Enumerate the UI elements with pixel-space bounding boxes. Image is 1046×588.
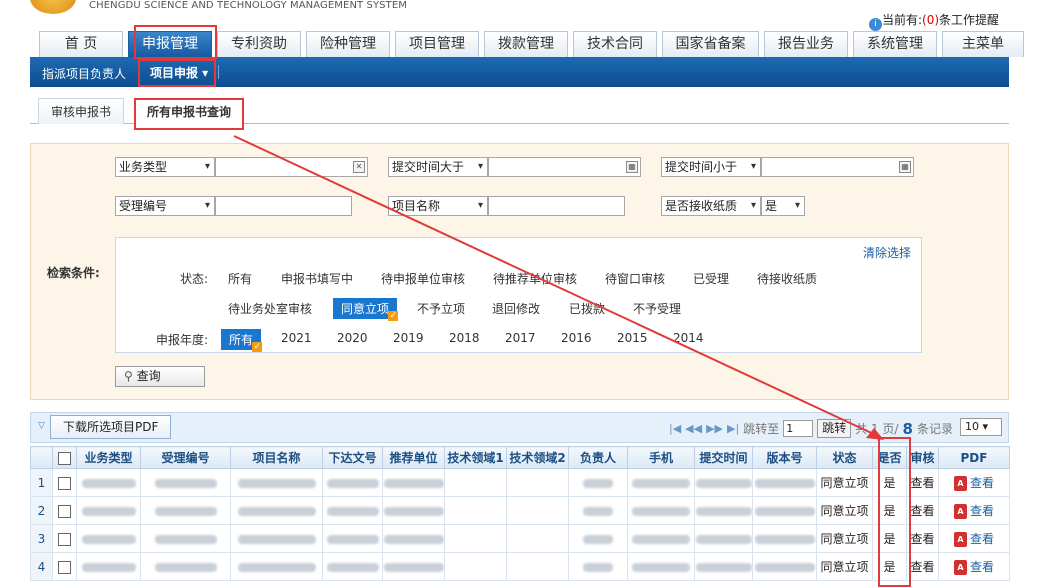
annotation-arrow: [233, 135, 884, 440]
